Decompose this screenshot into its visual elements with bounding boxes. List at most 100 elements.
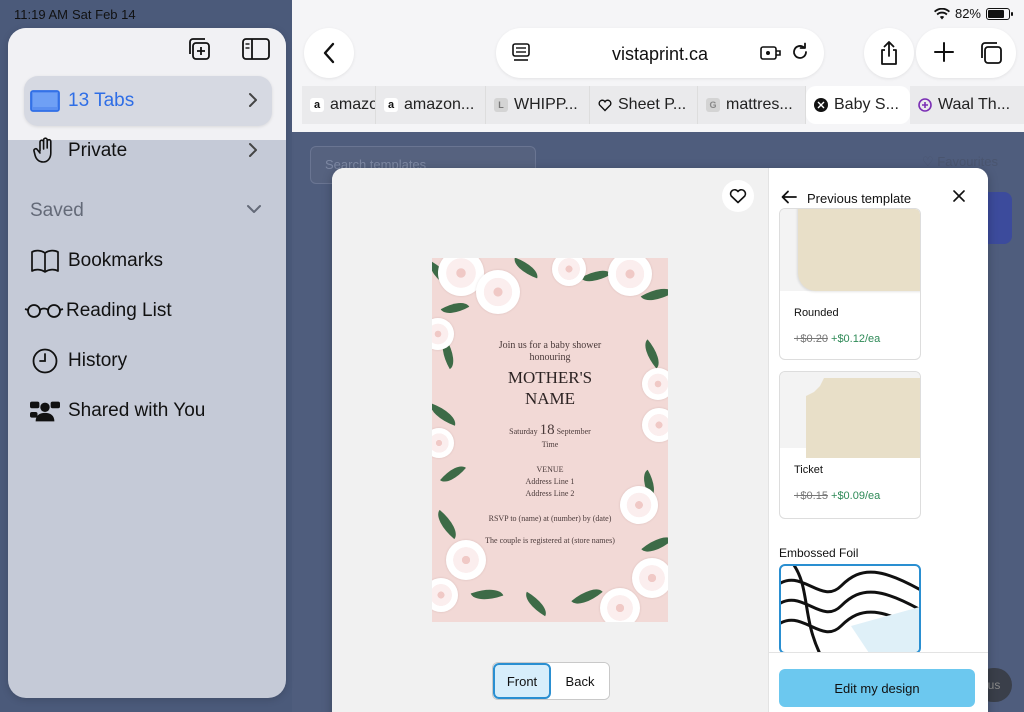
front-button[interactable]: Front <box>493 663 551 699</box>
card-time: Time <box>541 440 559 449</box>
ticket-thumbnail <box>780 372 920 458</box>
plus-circle-icon <box>918 98 932 112</box>
close-icon[interactable] <box>953 190 965 202</box>
card-date-day: Saturday <box>509 427 538 436</box>
card-name-2: NAME <box>524 389 576 408</box>
tab-label: Sheet P... <box>618 96 687 113</box>
chevron-left-icon <box>323 42 335 64</box>
tab-label: WHIPP... <box>514 96 578 113</box>
option-price: +$0.15 +$0.09/ea <box>794 490 881 502</box>
side-toggle: Front Back <box>492 662 610 700</box>
new-tab-group-icon[interactable] <box>186 36 212 62</box>
amazon-icon: a <box>384 98 398 112</box>
sidebar-item-label: History <box>68 350 128 371</box>
clock-icon <box>30 348 60 374</box>
chevron-down-icon <box>247 205 261 213</box>
card-honouring: honouring <box>529 352 571 363</box>
preview-pane: Join us for a baby shower honouring MOTH… <box>332 168 768 712</box>
card-name-1: MOTHER'S <box>507 368 593 387</box>
wifi-icon <box>933 7 950 19</box>
section-title: Embossed Foil <box>779 546 859 560</box>
sidebar-item-tabs[interactable]: 13 Tabs <box>24 76 272 126</box>
foil-pattern-thumbnail <box>781 566 919 652</box>
rounded-thumbnail <box>780 209 920 291</box>
tab-item[interactable]: G mattres... <box>698 86 806 124</box>
book-icon <box>30 249 60 273</box>
tab-actions <box>916 28 1016 78</box>
saved-section-header[interactable]: Saved <box>30 200 266 222</box>
invitation-card: Join us for a baby shower honouring MOTH… <box>432 258 668 622</box>
options-panel: Previous template Rounded +$0.20 +$0.12/… <box>768 168 988 712</box>
status-right: 82% <box>933 6 1013 21</box>
option-price: +$0.20 +$0.12/ea <box>794 333 881 345</box>
tab-label: amazon <box>330 96 375 113</box>
tab-label: Waal Th... <box>938 96 1011 113</box>
tab-bar: a amazon a amazon... L WHIPP... Sheet P.… <box>302 86 1024 124</box>
sidebar-item-label: Private <box>68 140 128 161</box>
plus-icon[interactable] <box>932 40 956 64</box>
tab-item[interactable]: Waal Th... <box>910 86 1024 124</box>
tabs-icon <box>30 90 60 112</box>
card-rsvp: RSVP to (name) at (number) by (date) <box>488 514 612 523</box>
reload-icon[interactable] <box>790 42 810 62</box>
favourite-button[interactable] <box>722 180 754 212</box>
card-address-2: Address Line 2 <box>525 489 575 498</box>
card-venue: VENUE <box>536 465 564 474</box>
status-date: Sat Feb 14 <box>72 7 136 22</box>
sidebar-item-bookmarks[interactable]: Bookmarks <box>24 236 272 286</box>
glasses-icon <box>24 303 64 319</box>
close-tab-icon[interactable] <box>814 98 828 112</box>
page-icon: L <box>494 98 508 112</box>
share-icon <box>881 41 897 65</box>
card-intro: Join us for a baby shower <box>498 340 602 351</box>
tab-label: mattres... <box>726 96 793 113</box>
sidebar-item-history[interactable]: History <box>24 336 272 386</box>
option-name: Ticket <box>794 464 823 476</box>
amazon-icon: a <box>310 98 324 112</box>
chevron-right-icon <box>249 143 257 157</box>
option-rounded[interactable]: Rounded +$0.20 +$0.12/ea <box>779 208 921 360</box>
share-button[interactable] <box>864 28 914 78</box>
extension-icon[interactable] <box>760 43 782 63</box>
sidebar-item-label: Bookmarks <box>68 250 164 271</box>
heart-favicon <box>598 99 612 112</box>
heart-icon <box>729 189 747 204</box>
sidebar-item-private[interactable]: Private <box>24 126 272 176</box>
chevron-right-icon <box>249 93 257 107</box>
sidebar-item-reading-list[interactable]: Reading List <box>24 286 272 336</box>
sidebar-item-label: 13 Tabs <box>68 90 135 111</box>
tab-item-active[interactable]: Baby S... <box>806 86 910 124</box>
tab-item[interactable]: a amazon <box>302 86 376 124</box>
option-name: Rounded <box>794 307 839 319</box>
options-footer: Edit my design <box>769 652 988 712</box>
tab-label: Baby S... <box>834 96 899 113</box>
option-ticket[interactable]: Ticket +$0.15 +$0.09/ea <box>779 371 921 519</box>
tab-item[interactable]: a amazon... <box>376 86 486 124</box>
sidebar-item-shared[interactable]: Shared with You <box>24 386 272 436</box>
option-embossed-foil[interactable] <box>779 564 921 654</box>
arrow-left-icon[interactable] <box>781 190 797 204</box>
tab-label: amazon... <box>404 96 475 113</box>
tab-item[interactable]: L WHIPP... <box>486 86 590 124</box>
back-side-button[interactable]: Back <box>551 663 609 699</box>
tab-item[interactable]: Sheet P... <box>590 86 698 124</box>
back-button[interactable] <box>304 28 354 78</box>
previous-template-link[interactable]: Previous template <box>807 191 911 206</box>
hand-icon <box>30 137 60 165</box>
card-address-1: Address Line 1 <box>525 477 575 486</box>
status-bar: 11:19 AM Sat Feb 14 82% <box>0 0 1024 28</box>
saved-label: Saved <box>30 200 84 221</box>
sidebar-toggle-icon[interactable] <box>242 38 270 60</box>
tabs-overview-icon[interactable] <box>978 40 1004 66</box>
card-registry: The couple is registered at (store names… <box>485 536 615 545</box>
card-date-num: 18 <box>539 422 555 438</box>
address-bar[interactable]: vistaprint.ca <box>496 28 824 78</box>
template-modal: Join us for a baby shower honouring MOTH… <box>332 168 988 712</box>
battery-percent: 82% <box>954 6 981 21</box>
generic-icon: G <box>706 98 720 112</box>
sidebar-item-label: Reading List <box>66 300 172 321</box>
status-time: 11:19 AM <box>14 7 68 22</box>
card-date-month: September <box>556 427 591 436</box>
card-date: Saturday 18 September <box>460 422 640 439</box>
edit-my-design-button[interactable]: Edit my design <box>779 669 975 707</box>
